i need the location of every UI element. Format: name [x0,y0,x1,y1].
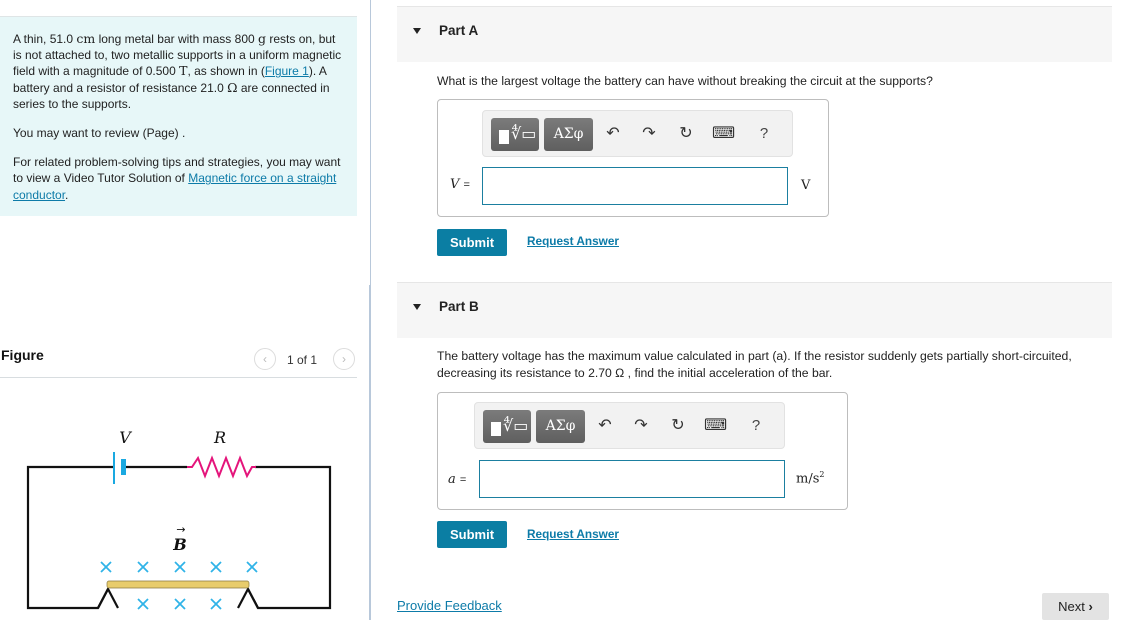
help-icon[interactable]: ? [753,122,775,146]
keyboard-icon[interactable]: ⌨ [712,122,735,146]
part-a-question: What is the largest voltage the battery … [437,74,933,88]
battery-label: V [119,428,132,447]
redo-icon[interactable]: ↷ [638,122,660,146]
panel-divider-scroll[interactable] [369,285,371,620]
help-icon[interactable]: ? [745,414,767,438]
undo-icon[interactable]: ↶ [602,122,624,146]
templates-button[interactable]: ∜▭ [491,118,539,151]
greek-symbols-button[interactable]: ΑΣφ [544,118,593,151]
part-b-question: The battery voltage has the maximum valu… [437,349,1072,380]
circuit-wire-right [247,465,332,610]
greek-symbols-button[interactable]: ΑΣφ [536,410,585,443]
next-figure-button[interactable]: › [333,348,355,370]
part-b-submit-button[interactable]: Submit [437,521,507,548]
problem-statement: A thin, 51.0 cm long metal bar with mass… [13,31,342,111]
part-a-request-answer-link[interactable]: Request Answer [527,234,619,248]
field-into-page-mark [100,561,112,573]
circuit-wire-left [26,465,113,610]
redo-icon[interactable]: ↷ [630,414,652,438]
field-label: B [172,535,187,554]
collapse-caret-icon [413,28,421,34]
field-into-page-mark [174,598,186,610]
unit-label: m/s2 [796,470,825,487]
radical-icon: ∜▭ [503,416,529,435]
part-a-answer-input[interactable] [482,167,788,205]
part-b-header[interactable]: Part B [397,282,1112,338]
resistor [187,455,256,479]
panel-divider [370,0,371,285]
field-into-page-mark [246,561,258,573]
problem-panel: A thin, 51.0 cm long metal bar with mass… [0,0,371,620]
part-a-submit-button[interactable]: Submit [437,229,507,256]
figure-pager-text: 1 of 1 [287,353,318,367]
field-into-page-mark [174,561,186,573]
chevron-right-icon: › [1088,599,1093,614]
figure-header: Figure ‹ 1 of 1 › [0,340,357,378]
battery-short-plate [121,459,126,475]
part-b-request-answer-link[interactable]: Request Answer [527,527,619,541]
field-into-page-mark [137,598,149,610]
keyboard-icon[interactable]: ⌨ [704,414,727,438]
right-support [237,586,259,609]
next-button[interactable]: Next › [1042,593,1109,620]
template-block-icon [499,130,509,144]
part-b-answer-input[interactable] [479,460,785,498]
metal-bar [106,580,250,589]
circuit-figure: V R B → [26,428,332,610]
field-vector-arrow: → [176,523,185,536]
chevron-left-icon: ‹ [263,352,267,366]
problem-intro: A thin, 51.0 cm long metal bar with mass… [0,16,357,216]
field-into-page-mark [137,561,149,573]
previous-figure-button[interactable]: ‹ [254,348,276,370]
reset-icon[interactable]: ↻ [667,414,689,438]
radical-icon: ∜▭ [511,124,537,143]
figure-title: Figure [1,347,44,363]
part-b-answer-box: ∜▭ ΑΣφ ↶ ↷ ↻ ⌨ ? a = m/s2 [437,392,848,510]
math-toolbar: ∜▭ ΑΣφ ↶ ↷ ↻ ⌨ ? [482,110,793,157]
variable-label: a = [448,472,467,487]
collapse-caret-icon [413,304,421,310]
undo-icon[interactable]: ↶ [594,414,616,438]
reset-icon[interactable]: ↻ [675,122,697,146]
provide-feedback-link[interactable]: Provide Feedback [397,598,502,613]
review-note: You may want to review (Page) . [13,126,186,141]
templates-button[interactable]: ∜▭ [483,410,531,443]
part-b-title: Part B [439,299,479,314]
chevron-right-icon: › [342,352,346,366]
part-a-title: Part A [439,23,479,38]
figure-link[interactable]: Figure 1 [265,64,309,78]
math-toolbar: ∜▭ ΑΣφ ↶ ↷ ↻ ⌨ ? [474,402,785,449]
resistor-label: R [213,428,226,447]
template-block-icon [491,422,501,436]
video-tutor-note: For related problem-solving tips and str… [13,155,341,202]
unit-label: V [801,178,811,193]
field-into-page-mark [210,598,222,610]
left-support [97,586,119,609]
part-a-answer-box: ∜▭ ΑΣφ ↶ ↷ ↻ ⌨ ? V = V [437,99,829,217]
variable-label: V = [450,177,470,192]
part-a-header[interactable]: Part A [397,6,1112,62]
field-into-page-mark [210,561,222,573]
